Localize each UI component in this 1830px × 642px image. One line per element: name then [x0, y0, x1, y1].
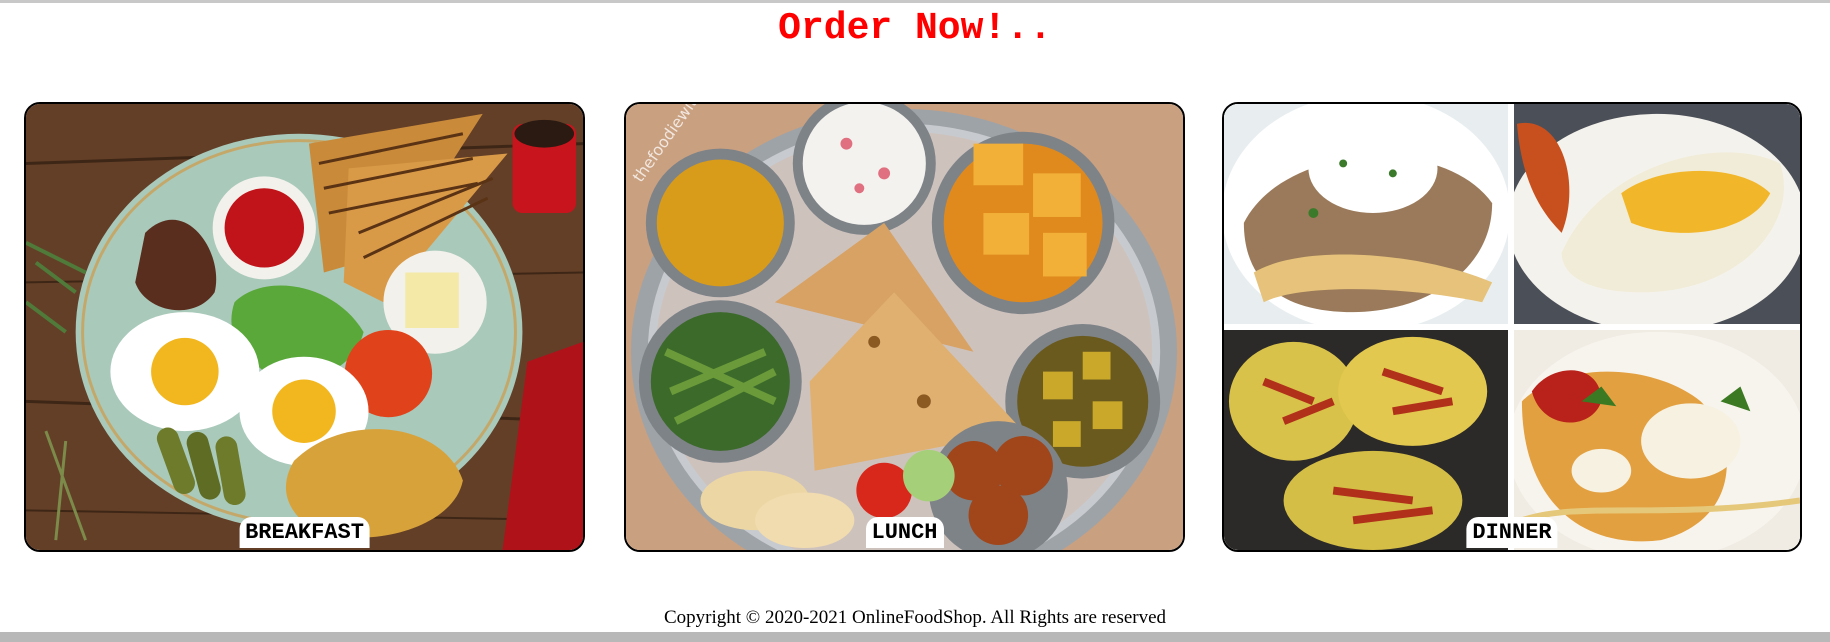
dinner-card[interactable]: DINNER: [1222, 102, 1802, 552]
breakfast-card[interactable]: BREAKFAST: [24, 102, 585, 552]
lunch-label: LUNCH: [865, 517, 944, 548]
lunch-image: thefoodiewithtt: [626, 104, 1183, 550]
breakfast-image: [26, 104, 583, 550]
breakfast-label: BREAKFAST: [239, 517, 370, 548]
bottom-scrollbar-strip: [0, 632, 1830, 642]
dinner-image: [1224, 104, 1800, 550]
page-title: Order Now!..: [778, 7, 1052, 50]
top-divider: [0, 0, 1830, 3]
lunch-card[interactable]: thefoodiewithtt LUNCH: [624, 102, 1185, 552]
copyright-text: Copyright © 2020-2021 OnlineFoodShop. Al…: [663, 607, 1167, 628]
dinner-label: DINNER: [1466, 517, 1558, 548]
